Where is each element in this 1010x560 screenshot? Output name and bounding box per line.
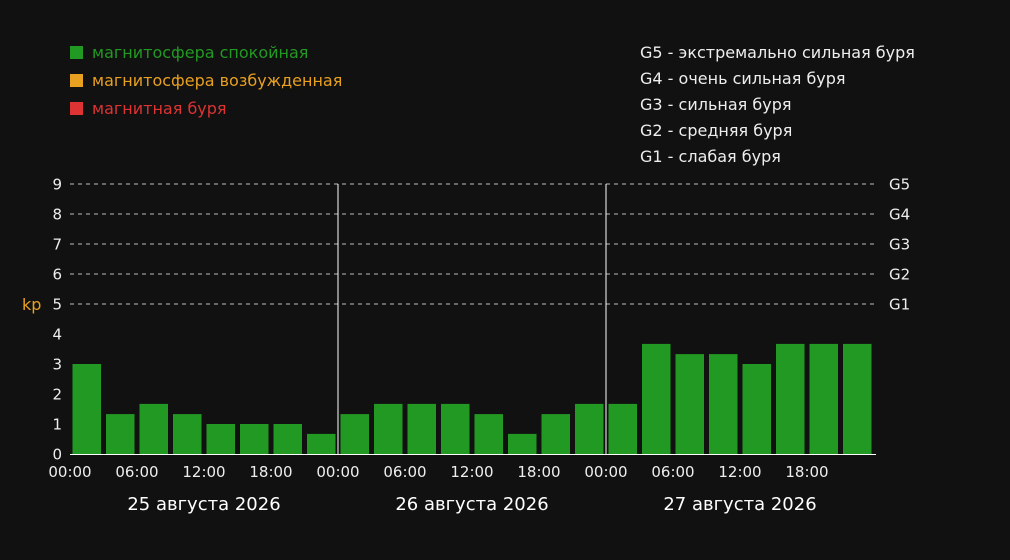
x-tick-label: 18:00 <box>249 463 292 481</box>
x-tick-label: 12:00 <box>718 463 761 481</box>
day-label: 25 августа 2026 <box>127 494 280 515</box>
kp-bar <box>173 414 202 454</box>
x-tick-label: 00:00 <box>316 463 359 481</box>
day-label: 27 августа 2026 <box>663 494 816 515</box>
y-tick-label: 3 <box>52 356 62 374</box>
kp-bar <box>742 364 771 454</box>
kp-bar <box>776 343 805 454</box>
kp-bar <box>441 403 470 454</box>
kp-bar <box>72 364 101 454</box>
x-tick-label: 18:00 <box>517 463 560 481</box>
y-tick-label: 1 <box>52 416 62 434</box>
y-tick-label: 5 <box>52 296 62 314</box>
kp-bar <box>407 403 436 454</box>
y-tick-label: 4 <box>52 326 62 344</box>
g-scale-label: G1 <box>889 296 910 314</box>
kp-bar <box>675 354 704 454</box>
g-scale-label: G2 <box>889 266 910 284</box>
g-scale-label: G5 <box>889 176 910 194</box>
g-scale-label: G3 <box>889 236 910 254</box>
kp-bar <box>575 403 604 454</box>
day-label: 26 августа 2026 <box>395 494 548 515</box>
kp-bar <box>240 424 269 454</box>
x-tick-label: 00:00 <box>584 463 627 481</box>
kp-bar <box>374 403 403 454</box>
y-tick-label: 9 <box>52 176 62 194</box>
kp-index-chart: 0 1 2 3 4 5 6 7 8 9 G1 G2 G3 G4 G5 kp 00:00 06:00 12:00 18:… <box>22 176 910 516</box>
x-tick-label: 06:00 <box>115 463 158 481</box>
kp-bar <box>139 403 168 454</box>
y-tick-label: 2 <box>52 386 62 404</box>
kp-bar <box>106 414 135 454</box>
kp-bar <box>307 433 336 454</box>
kp-bar <box>809 343 838 454</box>
y-tick-label: 0 <box>52 446 62 464</box>
x-tick-label: 06:00 <box>383 463 426 481</box>
y-tick-label: 8 <box>52 206 62 224</box>
kp-bar <box>608 403 637 454</box>
kp-bar <box>340 414 369 454</box>
kp-bar <box>474 414 503 454</box>
y-tick-label: 7 <box>52 236 62 254</box>
kp-bar <box>541 414 570 454</box>
kp-bar <box>273 424 302 454</box>
x-tick-label: 12:00 <box>450 463 493 481</box>
x-tick-label: 18:00 <box>785 463 828 481</box>
y-axis-label: kp <box>22 295 41 314</box>
y-tick-label: 6 <box>52 266 62 284</box>
x-tick-label: 00:00 <box>48 463 91 481</box>
kp-bar <box>642 343 671 454</box>
g-scale-label: G4 <box>889 206 910 224</box>
x-tick-label: 06:00 <box>651 463 694 481</box>
x-tick-label: 12:00 <box>182 463 225 481</box>
kp-bar <box>709 354 738 454</box>
kp-bar <box>206 424 235 454</box>
kp-bar <box>508 433 537 454</box>
kp-bar <box>843 343 872 454</box>
